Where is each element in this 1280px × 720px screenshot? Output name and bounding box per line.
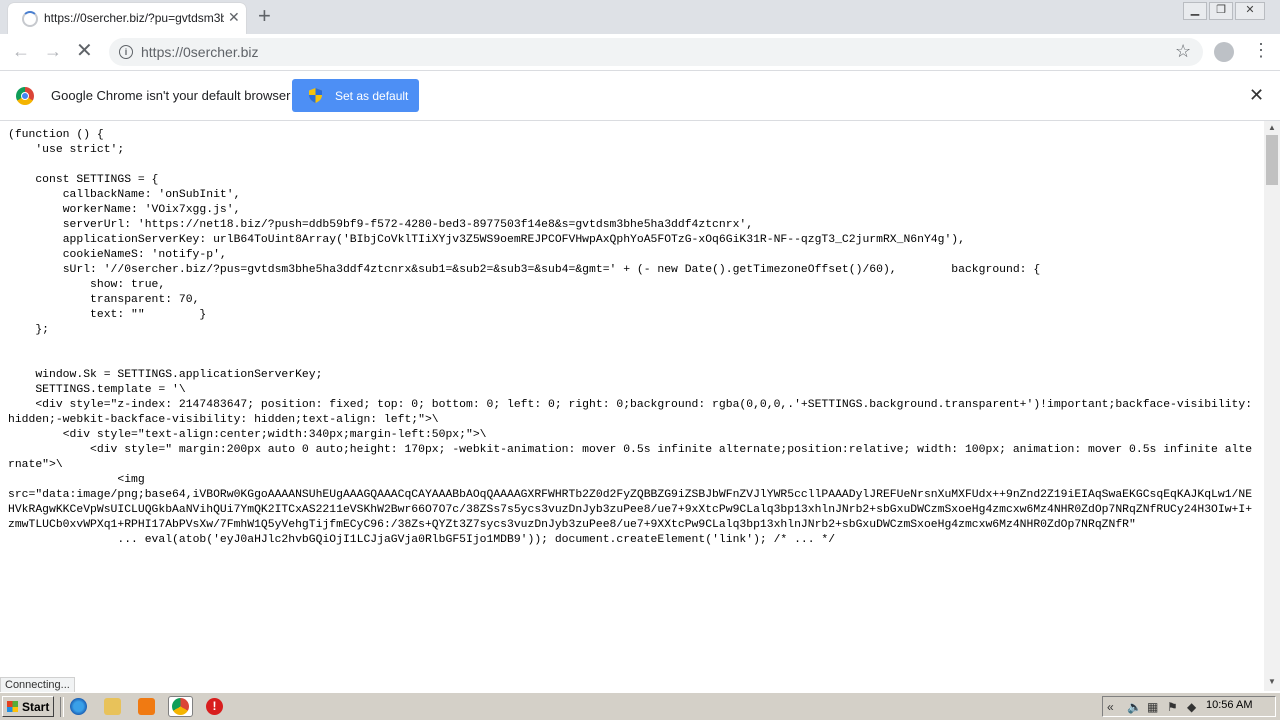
windows-logo-icon xyxy=(7,701,18,712)
infobar-message: Google Chrome isn't your default browser xyxy=(51,88,291,103)
taskbar: Start ! « 🔈 ▦ ⚑ ◆ 10:56 AM xyxy=(0,692,1280,720)
default-browser-infobar: Google Chrome isn't your default browser… xyxy=(0,71,1280,121)
chrome-taskbar-icon xyxy=(172,698,189,715)
page-source-text: (function () { 'use strict'; const SETTI… xyxy=(8,129,1253,546)
chrome-taskbar-button[interactable] xyxy=(168,696,193,717)
set-as-default-button[interactable]: Set as default xyxy=(292,79,419,112)
window-close-icon[interactable]: ✕ xyxy=(1235,2,1265,20)
maximize-icon[interactable]: ❐ xyxy=(1209,2,1233,20)
forward-arrow-icon[interactable]: → xyxy=(44,41,62,61)
uac-shield-icon xyxy=(309,88,322,103)
url-text[interactable]: https://0sercher.biz xyxy=(141,44,259,60)
scrollbar-thumb[interactable] xyxy=(1266,135,1278,185)
vertical-scrollbar[interactable]: ▲ ▼ xyxy=(1264,121,1280,691)
tab-close-icon[interactable]: ✕ xyxy=(228,9,240,26)
flag-icon[interactable]: ⚑ xyxy=(1167,700,1178,714)
site-info-icon[interactable]: i xyxy=(119,45,133,59)
stop-loading-icon[interactable]: ✕ xyxy=(76,41,93,61)
back-arrow-icon[interactable]: ← xyxy=(12,41,30,61)
browser-tab[interactable]: https://0sercher.biz/?pu=gvtdsm3bhe5ha3d… xyxy=(8,3,246,34)
start-label: Start xyxy=(22,700,50,714)
tab-strip: https://0sercher.biz/?pu=gvtdsm3bhe5ha3d… xyxy=(0,0,1280,34)
taskbar-separator xyxy=(60,697,64,717)
tray-app-icon[interactable]: ◆ xyxy=(1187,700,1196,714)
more-menu-icon[interactable]: ⋮ xyxy=(1252,40,1270,60)
security-alert-icon[interactable]: ! xyxy=(206,698,223,715)
new-tab-icon[interactable]: + xyxy=(258,4,271,28)
network-icon[interactable]: ▦ xyxy=(1147,700,1158,714)
address-bar[interactable]: i https://0sercher.biz ☆ xyxy=(109,38,1203,66)
scroll-down-icon[interactable]: ▼ xyxy=(1268,677,1276,686)
scroll-up-icon[interactable]: ▲ xyxy=(1268,123,1276,132)
tab-title: https://0sercher.biz/?pu=gvtdsm3bhe5ha3d… xyxy=(44,11,224,25)
taskbar-clock: 10:56 AM xyxy=(1206,699,1253,711)
volume-icon[interactable]: 🔈 xyxy=(1127,700,1142,714)
browser-toolbar: ← → ✕ i https://0sercher.biz ☆ ⋮ xyxy=(0,34,1280,71)
folder-icon[interactable] xyxy=(104,698,121,715)
bookmark-star-icon[interactable]: ☆ xyxy=(1175,41,1191,62)
status-bubble: Connecting... xyxy=(0,677,75,693)
set-as-default-label: Set as default xyxy=(335,89,409,103)
profile-avatar[interactable] xyxy=(1214,42,1234,62)
minimize-icon[interactable]: ▁ xyxy=(1183,2,1207,20)
tray-chevron-icon[interactable]: « xyxy=(1107,700,1114,714)
chrome-logo-icon xyxy=(16,87,34,105)
start-button[interactable]: Start xyxy=(2,696,54,717)
infobar-close-icon[interactable]: ✕ xyxy=(1249,85,1264,106)
loading-spinner-icon xyxy=(22,11,38,27)
page-content: (function () { 'use strict'; const SETTI… xyxy=(0,121,1264,677)
media-player-icon[interactable] xyxy=(138,698,155,715)
internet-explorer-icon[interactable] xyxy=(70,698,87,715)
